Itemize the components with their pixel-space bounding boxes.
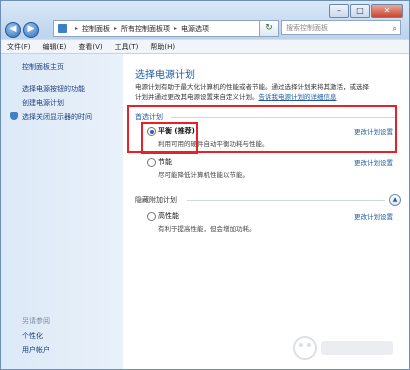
menu-edit[interactable]: 编辑(E) (37, 42, 73, 52)
description-line-1: 电源计划有助于最大化计算机的性能或者节能。通过选择计划来将其激活，或选择 (135, 83, 369, 91)
title-bar: – □ ✕ ◀ ▶ ▸ 控制面板 ▸ 所有控制面板项 ▸ 电源选项 ↻ 搜索控制… (1, 1, 409, 39)
menu-help[interactable]: 帮助(H) (144, 42, 181, 52)
address-bar[interactable]: ▸ 控制面板 ▸ 所有控制面板项 ▸ 电源选项 (53, 20, 261, 37)
description-line-2: 计划并通过更改其电源设置来自定义计划。 (135, 93, 259, 101)
chevron-right-icon: ▸ (174, 25, 178, 32)
menu-file[interactable]: 文件(F) (1, 42, 37, 52)
sidebar: 控制面板主页 选择电源按钮的功能 创建电源计划 选择关闭显示器的时间 另请参阅 … (1, 54, 123, 369)
minimize-button[interactable]: – (329, 4, 349, 18)
chevron-right-icon: ▸ (114, 25, 118, 32)
sidebar-item-personalization[interactable]: 个性化 (22, 331, 43, 341)
sidebar-item-power-button[interactable]: 选择电源按钮的功能 (22, 84, 85, 94)
page-description: 电源计划有助于最大化计算机的性能或者节能。通过选择计划来将其激活，或选择 计划并… (135, 82, 403, 102)
back-button[interactable]: ◀ (5, 22, 21, 38)
hidden-plans-heading[interactable]: 隐藏附加计划 (135, 195, 177, 205)
breadcrumb-all-items[interactable]: 所有控制面板项 (121, 24, 170, 34)
watermark-logo (293, 336, 393, 360)
see-also-heading: 另请参阅 (22, 317, 50, 325)
sidebar-item-create-plan[interactable]: 创建电源计划 (22, 98, 64, 108)
sidebar-item-user-accounts[interactable]: 用户帐户 (22, 345, 50, 355)
menu-view[interactable]: 查看(V) (72, 42, 108, 52)
window: – □ ✕ ◀ ▶ ▸ 控制面板 ▸ 所有控制面板项 ▸ 电源选项 ↻ 搜索控制… (0, 0, 410, 370)
plan-name-power-saver[interactable]: 节能 (158, 157, 172, 167)
change-plan-settings-high-performance[interactable]: 更改计划设置 (354, 211, 393, 221)
close-button[interactable]: ✕ (371, 4, 403, 18)
control-panel-icon (58, 24, 67, 33)
plan-details-link[interactable]: 告诉我电源计划的详细信息 (259, 93, 337, 101)
shield-icon (10, 112, 18, 120)
menu-tools[interactable]: 工具(T) (109, 42, 145, 52)
sidebar-item-home[interactable]: 控制面板主页 (22, 62, 64, 72)
section-divider (187, 200, 385, 201)
search-placeholder: 搜索控制面板 (286, 24, 328, 32)
highlight-box-balanced (141, 122, 198, 154)
refresh-button[interactable]: ↻ (259, 20, 279, 37)
plan-name-high-performance[interactable]: 高性能 (158, 211, 179, 221)
window-controls: – □ ✕ (328, 4, 403, 18)
maximize-button[interactable]: □ (350, 4, 370, 18)
chevron-right-icon: ▸ (75, 25, 79, 32)
breadcrumb-control-panel[interactable]: 控制面板 (82, 24, 110, 34)
menu-bar: 文件(F) 编辑(E) 查看(V) 工具(T) 帮助(H) (1, 40, 409, 54)
chevron-up-icon[interactable]: ▲ (389, 194, 401, 206)
plan-radio-power-saver[interactable] (147, 158, 156, 167)
plan-desc-high-performance: 有利于提高性能，但会增加功耗。 (158, 225, 256, 233)
page-title: 选择电源计划 (135, 70, 195, 81)
plan-radio-high-performance[interactable] (147, 212, 156, 221)
plan-desc-power-saver: 尽可能降低计算机性能以节能。 (158, 171, 249, 179)
breadcrumb-power-options[interactable]: 电源选项 (181, 24, 209, 34)
change-plan-settings-power-saver[interactable]: 更改计划设置 (354, 157, 393, 167)
forward-button[interactable]: ▶ (23, 22, 39, 38)
sidebar-item-display-off[interactable]: 选择关闭显示器的时间 (22, 112, 92, 122)
search-icon[interactable]: ⌕ (393, 21, 397, 36)
content-pane: 选择电源计划 电源计划有助于最大化计算机的性能或者节能。通过选择计划来将其激活，… (123, 54, 409, 369)
search-input[interactable]: 搜索控制面板 ⌕ (281, 20, 401, 35)
